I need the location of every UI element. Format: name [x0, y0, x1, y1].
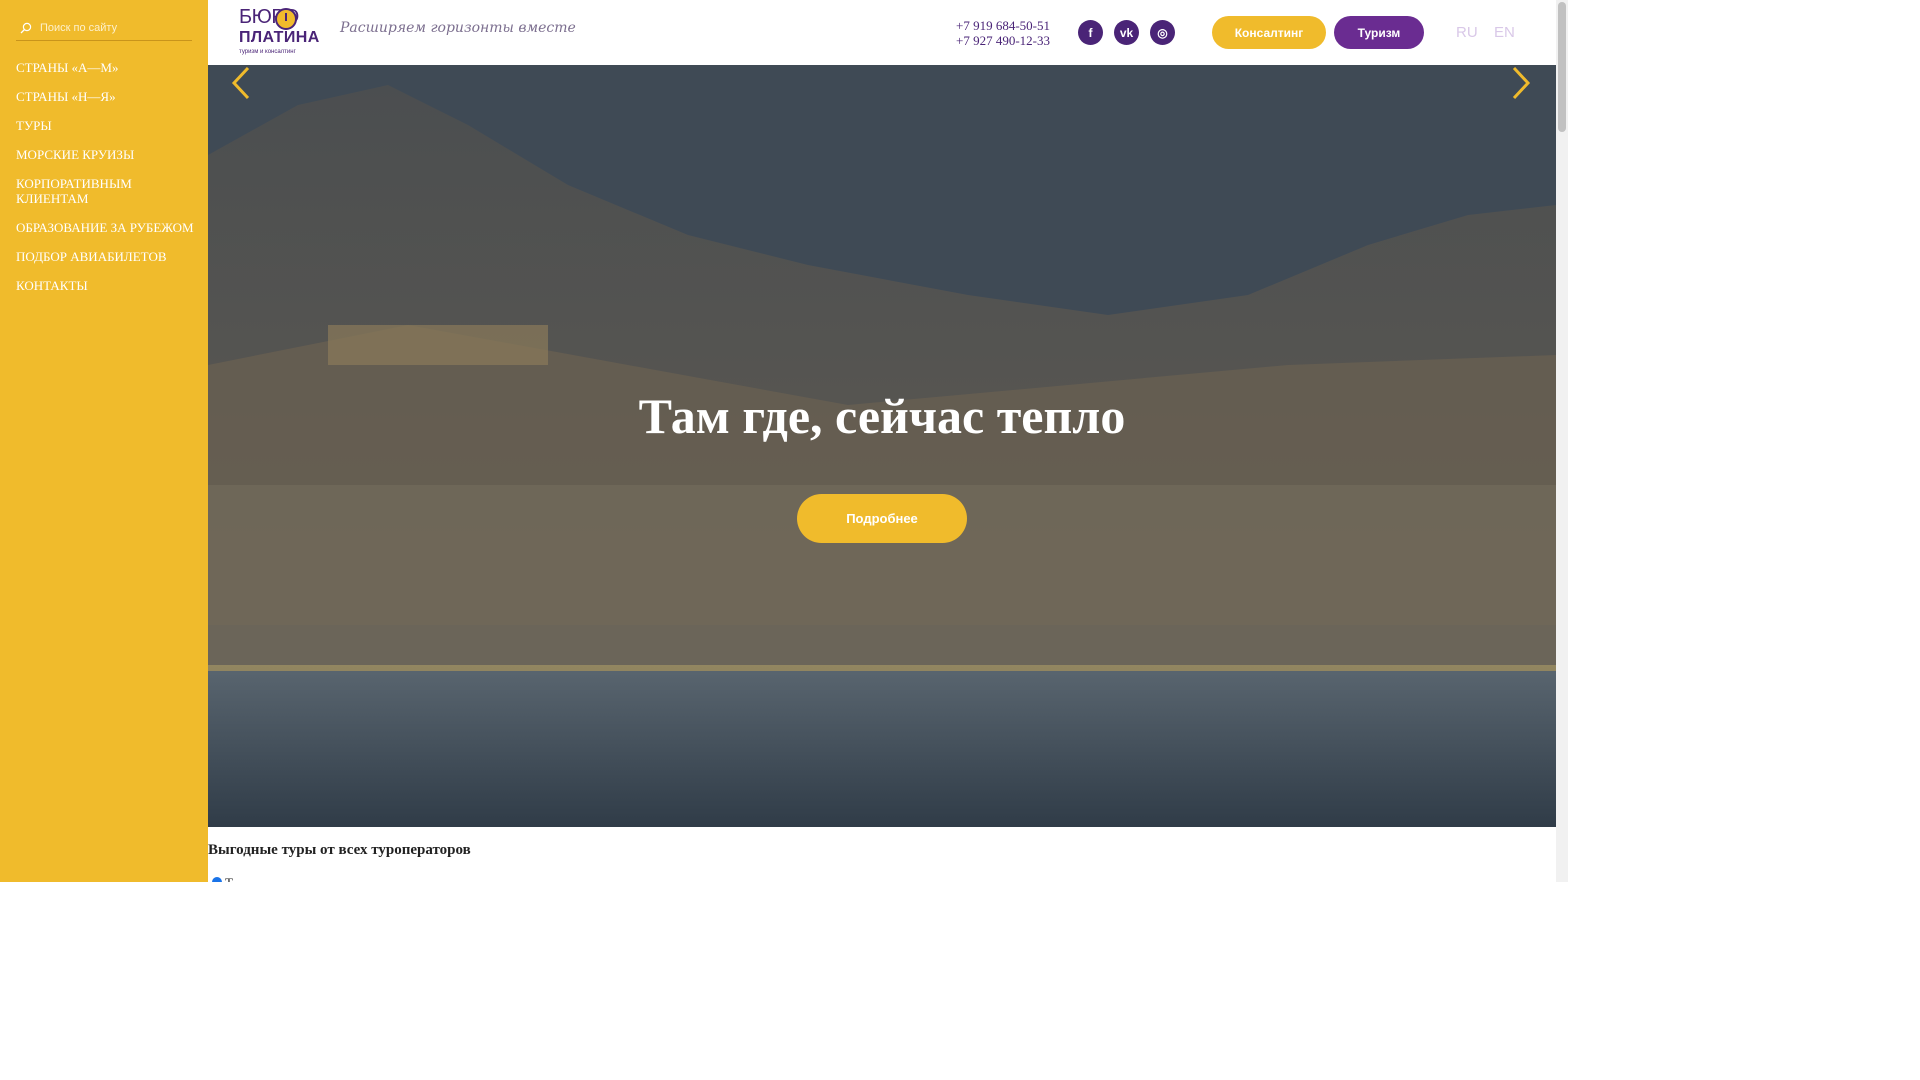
sidebar-item-contacts[interactable]: КОНТАКТЫ	[16, 278, 196, 293]
hero-background-image	[208, 65, 1556, 827]
sidebar-nav: СТРАНЫ «А—М» СТРАНЫ «Н—Я» ТУРЫ МОРСКИЕ К…	[16, 60, 196, 307]
logo-text-middle: ПЛАТИНА	[239, 29, 320, 46]
sidebar-item-corporate[interactable]: КОРПОРАТИВНЫМ КЛИЕНТАМ	[16, 176, 196, 206]
radio-button[interactable]	[212, 877, 222, 882]
hero-title: Там где, сейчас тепло	[638, 388, 1126, 444]
lang-ru-link[interactable]: RU	[1456, 24, 1478, 41]
hero-slider: Там где, сейчас тепло Подробнее	[208, 65, 1556, 827]
scrollbar-thumb[interactable]	[1558, 2, 1566, 132]
sidebar-item-education[interactable]: ОБРАЗОВАНИЕ ЗА РУБЕЖОМ	[16, 220, 196, 235]
facebook-icon[interactable]: f	[1078, 20, 1103, 45]
vk-icon[interactable]: vk	[1114, 20, 1139, 45]
phone-number[interactable]: +7 919 684-50-51	[956, 18, 1050, 33]
lang-en-link[interactable]: EN	[1494, 24, 1515, 41]
chevron-left-icon[interactable]	[230, 65, 254, 101]
search-icon	[20, 22, 32, 34]
consulting-button[interactable]: Консалтинг	[1212, 16, 1326, 49]
search-input[interactable]	[40, 18, 190, 38]
sidebar-item-tours[interactable]: ТУРЫ	[16, 118, 196, 133]
radio-label: Т	[225, 875, 233, 882]
phone-list: +7 919 684-50-51 +7 927 490-12-33	[956, 18, 1050, 48]
slogan: Расширяем горизонты вместе	[340, 20, 576, 36]
page-scrollbar[interactable]	[1556, 0, 1568, 882]
sidebar-item-air-tickets[interactable]: ПОДБОР АВИАБИЛЕТОВ	[16, 249, 196, 264]
tour-type-radio[interactable]: Т	[212, 874, 252, 882]
sidebar-item-cruises[interactable]: МОРСКИЕ КРУИЗЫ	[16, 147, 196, 162]
more-details-button[interactable]: Подробнее	[797, 494, 967, 543]
chevron-right-icon[interactable]	[1508, 65, 1532, 101]
instagram-icon[interactable]: ◎	[1150, 20, 1175, 45]
search-box[interactable]	[16, 16, 192, 41]
logo-tagline: туризм и консалтинг	[239, 49, 296, 55]
phone-number[interactable]: +7 927 490-12-33	[956, 33, 1050, 48]
clock-icon	[275, 8, 297, 30]
tourism-button[interactable]: Туризм	[1334, 16, 1424, 49]
sidebar: СТРАНЫ «А—М» СТРАНЫ «Н—Я» ТУРЫ МОРСКИЕ К…	[0, 0, 208, 882]
section-title: Выгодные туры от всех туроператоров	[208, 842, 471, 858]
sidebar-item-countries-n-ya[interactable]: СТРАНЫ «Н—Я»	[16, 89, 196, 104]
logo[interactable]: БЮРО ПЛАТИНА туризм и консалтинг	[239, 6, 319, 60]
header: БЮРО ПЛАТИНА туризм и консалтинг Расширя…	[208, 0, 1556, 65]
sidebar-item-countries-a-m[interactable]: СТРАНЫ «А—М»	[16, 60, 196, 75]
